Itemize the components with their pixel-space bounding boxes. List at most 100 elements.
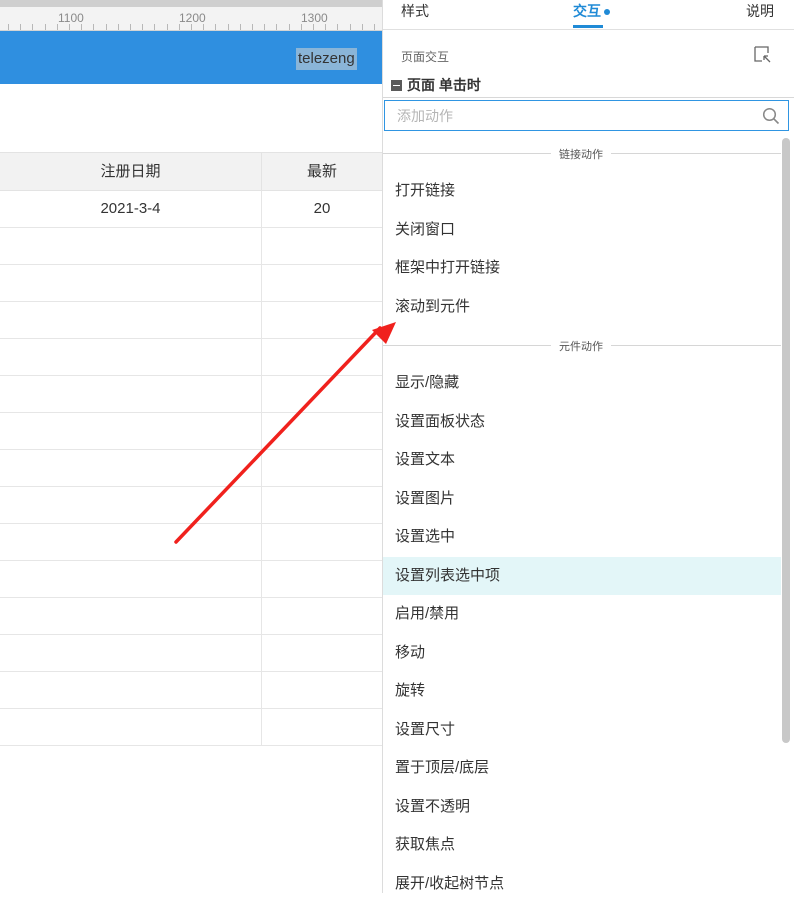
ruler-top-band <box>0 0 382 7</box>
user-table: 注册日期 最新 2021-3-420 <box>0 152 382 746</box>
action-item[interactable]: 滚动到元件 <box>383 288 781 327</box>
table-cell <box>0 635 262 671</box>
action-item[interactable]: 移动 <box>383 634 781 673</box>
action-list: 链接动作打开链接关闭窗口框架中打开链接滚动到元件元件动作显示/隐藏设置面板状态设… <box>383 134 781 903</box>
table-cell <box>262 672 382 708</box>
table-cell <box>0 265 262 301</box>
table-row <box>0 709 382 746</box>
scrollbar-thumb[interactable] <box>782 138 790 743</box>
username-label[interactable]: telezeng <box>296 48 357 70</box>
table-cell: 20 <box>262 191 382 227</box>
action-item[interactable]: 旋转 <box>383 672 781 711</box>
ruler-tick <box>106 24 107 30</box>
table-row <box>0 228 382 265</box>
action-item[interactable]: 设置列表选中项 <box>383 557 781 596</box>
action-item[interactable]: 展开/收起树节点 <box>383 865 781 903</box>
action-item[interactable]: 框架中打开链接 <box>383 249 781 288</box>
table-row <box>0 302 382 339</box>
table-cell <box>0 672 262 708</box>
column-header: 注册日期 <box>0 153 262 190</box>
ruler-tick <box>142 24 143 30</box>
ruler-tick <box>289 24 290 30</box>
action-search-input[interactable] <box>395 101 759 131</box>
action-item[interactable]: 关闭窗口 <box>383 211 781 250</box>
inspector-panel: 样式 交互 说明 页面交互 页面 单击时 链接动作打开链接关闭窗口框架中打开链接… <box>382 0 794 893</box>
ruler-tick <box>374 24 375 30</box>
ruler-tick <box>362 24 363 30</box>
collapse-icon[interactable] <box>391 80 402 91</box>
table-cell <box>0 598 262 634</box>
action-search-box[interactable] <box>384 100 789 131</box>
table-cell <box>0 561 262 597</box>
action-item[interactable]: 置于顶层/底层 <box>383 749 781 788</box>
action-item[interactable]: 设置尺寸 <box>383 711 781 750</box>
action-item[interactable]: 显示/隐藏 <box>383 364 781 403</box>
table-row <box>0 376 382 413</box>
tab-interaction-label: 交互 <box>573 3 601 19</box>
table-cell <box>262 524 382 560</box>
modified-dot-icon <box>604 9 610 15</box>
table-cell <box>262 228 382 264</box>
table-cell <box>262 413 382 449</box>
action-item[interactable]: 设置不透明 <box>383 788 781 827</box>
table-cell <box>0 524 262 560</box>
action-item[interactable]: 设置面板状态 <box>383 403 781 442</box>
action-item[interactable]: 打开链接 <box>383 172 781 211</box>
ruler-tick <box>130 24 131 30</box>
ruler-tick <box>240 24 241 30</box>
group-title: 链接动作 <box>551 146 611 162</box>
design-canvas[interactable]: 1100 1200 1300 telezeng 注册日期 最新 2021-3-4… <box>0 0 382 893</box>
action-group-header: 链接动作 <box>383 134 781 172</box>
table-cell <box>0 376 262 412</box>
ruler-tick <box>118 24 119 30</box>
tab-notes[interactable]: 说明 <box>746 1 774 21</box>
action-item[interactable]: 设置图片 <box>383 480 781 519</box>
table-cell <box>262 709 382 745</box>
table-cell <box>0 413 262 449</box>
table-cell <box>262 450 382 486</box>
ruler-tick <box>337 24 338 30</box>
event-row[interactable]: 页面 单击时 <box>391 76 481 94</box>
horizontal-ruler: 1100 1200 1300 <box>0 0 382 31</box>
table-cell <box>262 339 382 375</box>
table-row <box>0 265 382 302</box>
table-cell <box>262 561 382 597</box>
ruler-tick <box>8 24 9 30</box>
table-cell <box>0 339 262 375</box>
inspector-tabs: 样式 交互 说明 <box>383 0 794 30</box>
section-label: 页面交互 <box>401 48 449 65</box>
column-header: 最新 <box>262 153 382 190</box>
table-row <box>0 487 382 524</box>
table-cell <box>262 376 382 412</box>
ruler-tick <box>264 24 265 30</box>
table-row <box>0 450 382 487</box>
ruler-tick <box>45 24 46 30</box>
table-cell <box>262 302 382 338</box>
search-icon <box>762 107 780 125</box>
table-cell <box>0 450 262 486</box>
table-cell <box>262 598 382 634</box>
table-row <box>0 413 382 450</box>
tab-interaction[interactable]: 交互 <box>573 1 610 21</box>
expand-panel-icon[interactable] <box>752 44 772 64</box>
ruler-label: 1300 <box>301 11 328 25</box>
action-item[interactable]: 设置文本 <box>383 441 781 480</box>
action-item[interactable]: 设置选中 <box>383 518 781 557</box>
tab-style[interactable]: 样式 <box>401 1 429 21</box>
table-cell: 2021-3-4 <box>0 191 262 227</box>
table-row <box>0 524 382 561</box>
table-cell <box>0 228 262 264</box>
table-header: 注册日期 最新 <box>0 152 382 191</box>
table-row <box>0 672 382 709</box>
action-item[interactable]: 获取焦点 <box>383 826 781 865</box>
active-tab-indicator <box>573 25 603 28</box>
group-title: 元件动作 <box>551 338 611 354</box>
ruler-tick <box>252 24 253 30</box>
action-item[interactable]: 启用/禁用 <box>383 595 781 634</box>
table-cell <box>262 487 382 523</box>
event-label: 页面 单击时 <box>407 77 481 93</box>
table-row <box>0 339 382 376</box>
table-row: 2021-3-420 <box>0 191 382 228</box>
ruler-label: 1200 <box>179 11 206 25</box>
table-row <box>0 598 382 635</box>
